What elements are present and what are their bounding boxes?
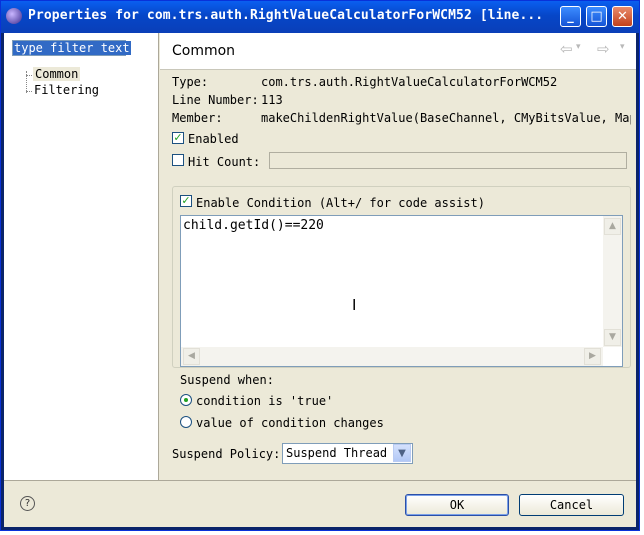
type-value: com.trs.auth.RightValueCalculatorForWCM5… xyxy=(261,75,558,89)
scroll-up-icon[interactable]: ▲ xyxy=(604,218,621,235)
chevron-down-icon[interactable]: ▾ xyxy=(576,42,581,52)
hit-count-checkbox[interactable] xyxy=(172,154,184,166)
enable-condition-label[interactable]: Enable Condition (Alt+/ for code assist) xyxy=(196,196,485,210)
maximize-icon[interactable]: □ xyxy=(586,6,607,27)
cancel-button[interactable]: Cancel xyxy=(519,494,624,516)
line-number-value: 113 xyxy=(261,93,283,107)
chevron-down-icon[interactable]: ▾ xyxy=(620,42,625,52)
scroll-right-icon[interactable]: ▶ xyxy=(584,348,601,365)
eclipse-icon xyxy=(6,8,22,24)
suspend-policy-label: Suspend Policy: xyxy=(172,447,281,461)
scroll-left-icon[interactable]: ◀ xyxy=(183,348,200,365)
condition-changes-radio[interactable] xyxy=(180,416,192,428)
hit-count-label[interactable]: Hit Count: xyxy=(188,155,260,169)
filter-text: type filter text xyxy=(13,41,131,55)
type-label: Type: xyxy=(172,75,209,89)
enabled-checkbox[interactable]: ✓ xyxy=(172,132,184,144)
window-title: Properties for com.trs.auth.RightValueCa… xyxy=(28,8,544,23)
tree-line xyxy=(26,91,32,92)
page-title: Common xyxy=(172,43,236,59)
suspend-policy-value[interactable]: Suspend Thread xyxy=(286,446,387,460)
navigation-panel xyxy=(4,33,159,480)
footer-separator xyxy=(4,480,636,481)
tree-line xyxy=(26,75,32,76)
close-icon[interactable]: ✕ xyxy=(612,6,633,27)
tree-item-filtering[interactable]: Filtering xyxy=(34,83,99,97)
forward-arrow-icon[interactable]: ⇨ xyxy=(597,40,610,58)
scroll-down-icon[interactable]: ▼ xyxy=(604,329,621,346)
hit-count-input[interactable] xyxy=(269,152,627,169)
line-number-label: Line Number: xyxy=(172,93,259,107)
condition-changes-label[interactable]: value of condition changes xyxy=(196,416,384,430)
text-cursor-icon: I xyxy=(352,296,357,314)
back-arrow-icon[interactable]: ⇦ xyxy=(560,40,573,58)
help-icon[interactable]: ? xyxy=(20,496,35,511)
suspend-when-label: Suspend when: xyxy=(180,373,274,387)
chevron-down-icon[interactable]: ▼ xyxy=(393,444,411,462)
condition-true-radio[interactable] xyxy=(180,394,192,406)
condition-editor[interactable] xyxy=(180,215,623,367)
enabled-label[interactable]: Enabled xyxy=(188,132,239,146)
ok-button[interactable]: OK xyxy=(405,494,509,516)
tree-item-common[interactable]: Common xyxy=(33,67,81,81)
condition-true-label[interactable]: condition is 'true' xyxy=(196,394,333,408)
enable-condition-checkbox[interactable]: ✓ xyxy=(180,195,192,207)
filter-input[interactable]: type filter text xyxy=(12,40,131,56)
condition-code[interactable]: child.getId()==220 xyxy=(183,218,324,233)
member-value: makeChildenRightValue(BaseChannel, CMyBi… xyxy=(261,111,631,125)
horizontal-scrollbar[interactable] xyxy=(181,347,603,366)
member-label: Member: xyxy=(172,111,223,125)
minimize-icon[interactable]: _ xyxy=(560,6,581,27)
vertical-scrollbar[interactable] xyxy=(603,216,622,347)
